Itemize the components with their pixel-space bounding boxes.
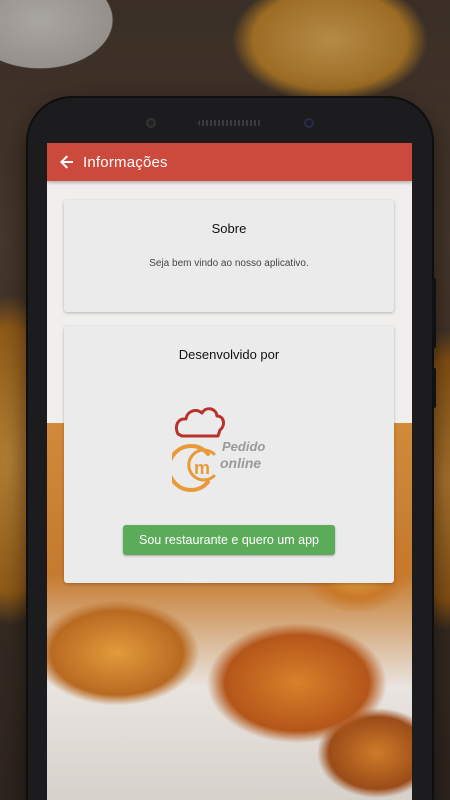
app-screen: Informações Sobre Seja bem vindo ao noss… xyxy=(47,143,412,800)
front-camera xyxy=(304,118,314,128)
logo-word-1: Pedido xyxy=(222,439,265,454)
restaurant-app-button[interactable]: Sou restaurante e quero um app xyxy=(123,525,335,555)
front-sensor xyxy=(146,118,156,128)
about-text: Seja bem vindo ao nosso aplicativo. xyxy=(149,258,309,269)
logo-word-2: online xyxy=(220,455,261,471)
about-title: Sobre xyxy=(211,221,247,236)
developer-card: Desenvolvido por m Pedido online Sou res… xyxy=(64,326,394,583)
about-card: Sobre Seja bem vindo ao nosso aplicativo… xyxy=(64,200,394,312)
pedido-online-logo: m Pedido online xyxy=(172,407,265,492)
developer-title: Desenvolvido por xyxy=(178,347,280,362)
power-button xyxy=(432,368,436,408)
app-toolbar: Informações xyxy=(47,143,412,181)
chef-hat-logo-icon xyxy=(174,407,226,438)
volume-button xyxy=(432,278,436,348)
arrow-left-icon[interactable] xyxy=(55,150,79,174)
earpiece-speaker xyxy=(198,120,262,126)
svg-text:m: m xyxy=(194,458,210,478)
page-title: Informações xyxy=(83,153,168,171)
